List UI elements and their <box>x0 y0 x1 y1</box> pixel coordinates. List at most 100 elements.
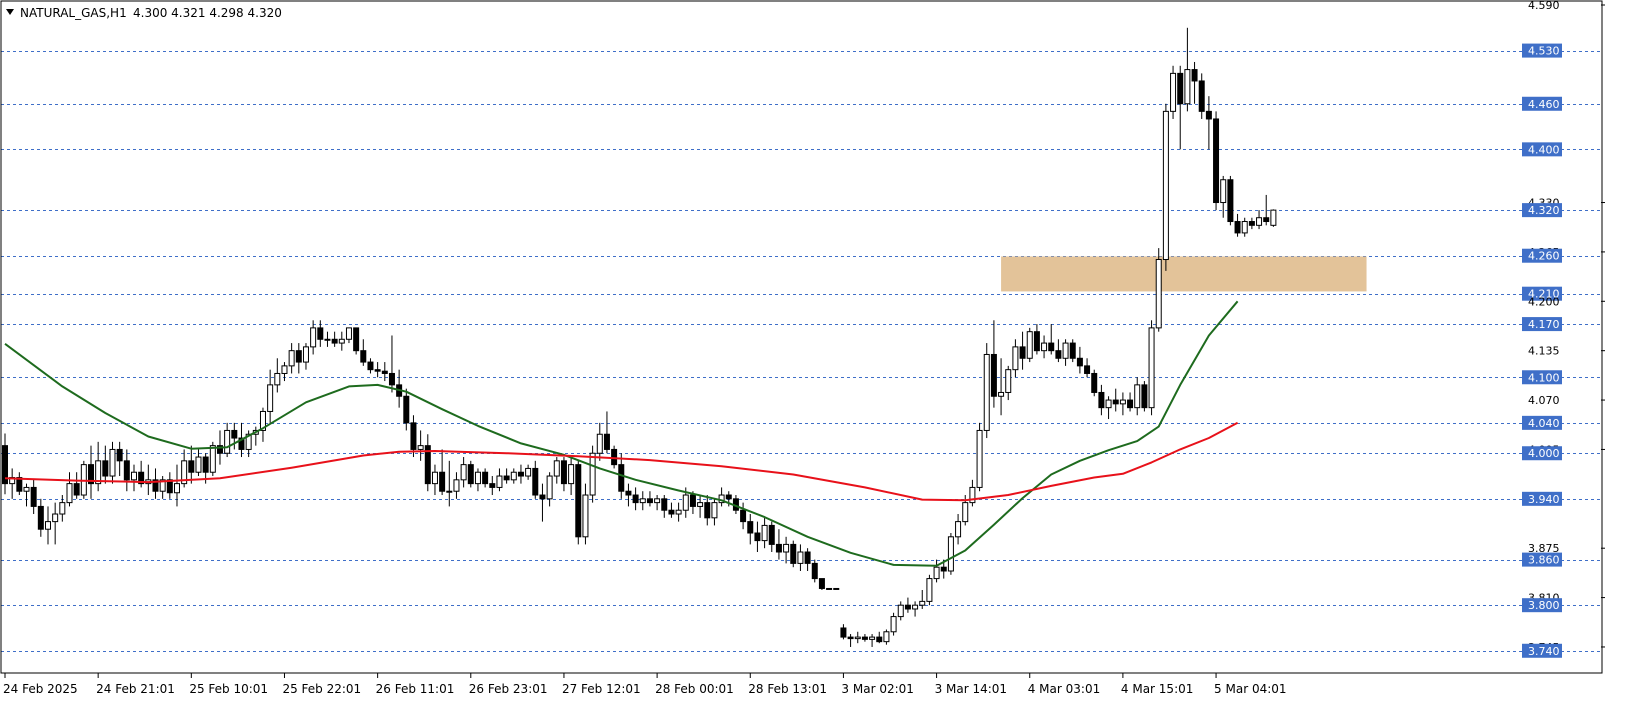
candle-body <box>453 479 460 492</box>
candle-body <box>618 464 625 492</box>
candle-body <box>754 532 761 542</box>
candle-body <box>338 338 345 344</box>
candle-body <box>1062 342 1069 359</box>
candle-body <box>625 490 632 496</box>
price-tick-label: 4.590 <box>1528 0 1560 12</box>
candle-body <box>310 327 317 348</box>
candle-body <box>231 429 238 439</box>
candle-body <box>381 370 388 374</box>
candle-body <box>689 494 696 507</box>
candle-115 <box>826 587 833 590</box>
candle-body <box>102 460 109 477</box>
candle-body <box>1198 80 1205 112</box>
candle-body <box>725 494 732 500</box>
candle-body <box>912 604 919 610</box>
time-tick-label: 27 Feb 12:01 <box>562 682 641 696</box>
candle-body <box>833 587 840 590</box>
chart-canvas[interactable]: 4.5904.5304.4604.4004.3304.3204.2654.260… <box>0 0 1651 708</box>
candle-163 <box>1170 65 1177 119</box>
candle-143 <box>1026 327 1033 363</box>
candle-body <box>747 521 754 534</box>
candle-body <box>1012 346 1019 371</box>
candle-161 <box>1155 248 1162 332</box>
candle-body <box>1055 350 1062 359</box>
price-level-tag: 3.800 <box>1528 599 1560 612</box>
candle-body <box>811 562 818 580</box>
time-tick-label: 24 Feb 21:01 <box>96 682 175 696</box>
time-tick-label: 4 Mar 03:01 <box>1028 682 1101 696</box>
candle-body <box>353 327 360 352</box>
candle-body <box>474 471 481 485</box>
candle-body <box>188 460 195 473</box>
time-tick-label: 25 Feb 22:01 <box>282 682 361 696</box>
candle-body <box>410 422 417 450</box>
candle-80 <box>575 460 582 545</box>
candle-body <box>439 471 446 492</box>
candle-body <box>768 524 775 545</box>
candle-152 <box>1091 369 1098 397</box>
candle-body <box>1191 69 1198 82</box>
candle-body <box>539 494 546 500</box>
candle-body <box>195 456 202 473</box>
price-level-tag: 4.530 <box>1528 45 1560 58</box>
candle-body <box>1141 384 1148 409</box>
candle-169 <box>1213 111 1220 211</box>
candle-body <box>1127 399 1134 409</box>
candle-body <box>281 365 288 374</box>
candle-body <box>990 353 997 397</box>
candle-body <box>646 498 653 504</box>
candle-body <box>611 448 618 466</box>
candle-113 <box>811 559 818 583</box>
candle-body <box>940 566 947 572</box>
candle-body <box>274 372 281 386</box>
candle-body <box>1205 110 1212 120</box>
candle-85 <box>611 445 618 469</box>
candle-body <box>847 636 854 640</box>
candle-162 <box>1162 103 1169 271</box>
candle-body <box>431 471 438 485</box>
candle-body <box>1076 357 1083 367</box>
ohlc-readout: 4.300 4.321 4.298 4.320 <box>133 6 282 20</box>
candle-body <box>109 448 116 477</box>
candle-body <box>869 636 876 640</box>
price-level-tag: 4.000 <box>1528 447 1560 460</box>
candle-body <box>661 498 668 511</box>
candle-body <box>173 483 180 494</box>
candle-body <box>632 494 639 504</box>
candle-body <box>44 521 51 530</box>
candle-body <box>790 543 797 564</box>
candle-body <box>1026 331 1033 359</box>
candle-body <box>23 486 30 492</box>
candle-body <box>224 429 231 454</box>
candle-body <box>854 636 861 640</box>
candle-body <box>331 338 338 344</box>
symbol-label: NATURAL_GAS,H1 <box>20 6 127 20</box>
candle-body <box>740 509 747 523</box>
time-tick-label: 4 Mar 15:01 <box>1121 682 1194 696</box>
candle-body <box>1148 327 1155 409</box>
candle-body <box>367 361 374 371</box>
candle-body <box>1091 372 1098 393</box>
price-chart[interactable]: 4.5904.5304.4604.4004.3304.3204.2654.260… <box>0 0 1651 708</box>
candle-body <box>517 471 524 477</box>
candle-body <box>589 452 596 496</box>
candle-body <box>52 513 59 523</box>
candle-body <box>840 627 847 638</box>
candle-body <box>596 433 603 454</box>
price-level-tag: 3.940 <box>1528 493 1560 506</box>
candle-body <box>417 445 424 450</box>
time-tick-label: 25 Feb 10:01 <box>189 682 268 696</box>
candle-116 <box>833 587 840 590</box>
candle-body <box>575 464 582 538</box>
candle-body <box>876 636 883 643</box>
candle-body <box>603 433 610 450</box>
candle-body <box>388 372 395 386</box>
chart-header: NATURAL_GAS,H1 4.300 4.321 4.298 4.320 <box>6 6 282 20</box>
candle-149 <box>1069 339 1076 363</box>
candle-body <box>1048 342 1055 352</box>
candle-body <box>503 475 510 481</box>
price-level-tag: 3.860 <box>1528 554 1560 567</box>
candle-124 <box>890 612 897 636</box>
candle-body <box>861 636 868 640</box>
candle-body <box>826 587 833 590</box>
